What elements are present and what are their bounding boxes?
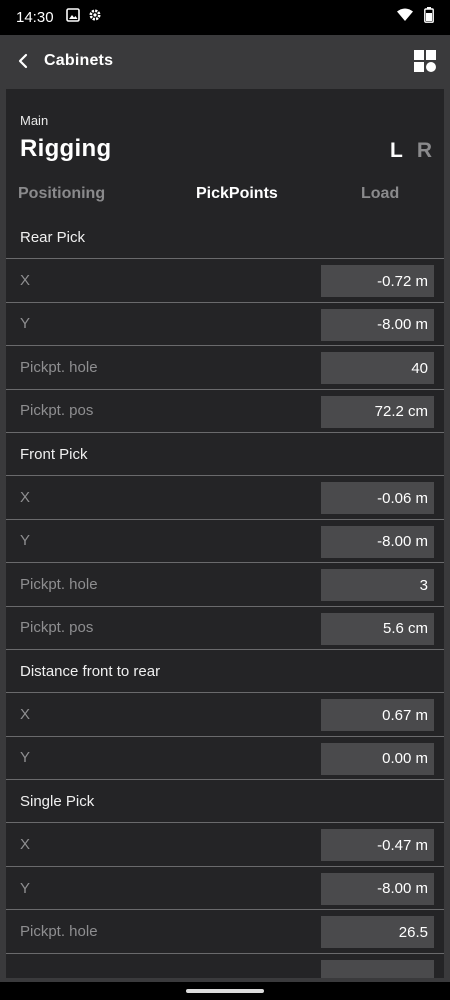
field-value-input[interactable]: 0.00 m	[321, 742, 434, 775]
field-value-input[interactable]: -0.72 m	[321, 265, 434, 298]
field-row: X -0.06 m	[6, 476, 444, 520]
section-label: Distance front to rear	[20, 662, 161, 680]
field-value-input[interactable]	[321, 959, 434, 978]
field-value-input[interactable]: -8.00 m	[321, 872, 434, 905]
field-label: Y	[20, 315, 31, 333]
gear-icon	[88, 8, 102, 27]
field-label: X	[20, 705, 31, 723]
field-row	[6, 954, 444, 978]
field-row: Pickpt. hole 26.5	[6, 910, 444, 954]
chevron-left-icon	[18, 53, 28, 69]
field-row: X -0.72 m	[6, 259, 444, 303]
field-label: Pickpt. hole	[20, 358, 98, 376]
section-label: Rear Pick	[20, 228, 86, 246]
field-value-input[interactable]: 40	[321, 352, 434, 385]
section-header: Rear Pick	[6, 216, 444, 260]
field-label: Pickpt. pos	[20, 619, 94, 637]
field-value-input[interactable]: -8.00 m	[321, 525, 434, 558]
field-label: Y	[20, 749, 31, 767]
field-value-input[interactable]: 5.6 cm	[321, 612, 434, 645]
field-label: Pickpt. pos	[20, 402, 94, 420]
section-header: Single Pick	[6, 780, 444, 824]
image-icon	[65, 8, 80, 27]
tab-load[interactable]: Load	[361, 185, 399, 203]
tab-bar: Positioning PickPoints Load	[6, 185, 444, 215]
battery-icon	[424, 7, 434, 28]
field-value-input[interactable]: -0.47 m	[321, 829, 434, 862]
status-bar: 14:30	[0, 0, 450, 35]
field-row: Pickpt. hole 40	[6, 346, 444, 390]
field-value-input[interactable]: -8.00 m	[321, 308, 434, 341]
section-header: Front Pick	[6, 433, 444, 477]
wifi-icon	[396, 8, 414, 27]
field-value-input[interactable]: -0.06 m	[321, 482, 434, 515]
field-row: Y -8.00 m	[6, 303, 444, 347]
field-value-input[interactable]: 0.67 m	[321, 699, 434, 732]
home-handle[interactable]	[186, 989, 264, 993]
field-label: Pickpt. hole	[20, 922, 98, 940]
content-frame: Main Rigging L R Positioning PickPoints …	[0, 87, 450, 982]
side-left-button[interactable]: L	[390, 139, 403, 163]
grid-menu-button[interactable]	[412, 48, 438, 74]
side-right-button[interactable]: R	[417, 139, 432, 163]
status-time: 14:30	[16, 9, 54, 26]
field-row: Y 0.00 m	[6, 737, 444, 781]
app-bar: Cabinets	[0, 35, 450, 87]
navigation-bar	[0, 982, 450, 1000]
field-row: Y -8.00 m	[6, 520, 444, 564]
grid-icon	[414, 50, 436, 72]
field-label: Y	[20, 879, 31, 897]
field-row: X 0.67 m	[6, 693, 444, 737]
section-header: Distance front to rear	[6, 650, 444, 694]
section-label: Front Pick	[20, 445, 88, 463]
field-label: X	[20, 489, 31, 507]
tab-positioning[interactable]: Positioning	[18, 185, 105, 203]
field-row: X -0.47 m	[6, 823, 444, 867]
field-label: Pickpt. hole	[20, 575, 98, 593]
field-label: X	[20, 272, 31, 290]
panel-title: Rigging	[20, 135, 112, 162]
rigging-panel: Main Rigging L R Positioning PickPoints …	[6, 89, 444, 978]
field-value-input[interactable]: 3	[321, 569, 434, 602]
section-label: Single Pick	[20, 792, 95, 810]
field-row: Pickpt. pos 5.6 cm	[6, 607, 444, 650]
page-title: Cabinets	[44, 52, 114, 69]
field-row: Y -8.00 m	[6, 867, 444, 911]
field-row: Pickpt. hole 3	[6, 563, 444, 607]
tab-pickpoints[interactable]: PickPoints	[196, 185, 278, 203]
side-toggle: L R	[390, 139, 432, 163]
field-label: Y	[20, 532, 31, 550]
field-value-input[interactable]: 26.5	[321, 916, 434, 949]
panel-subtitle: Main	[20, 113, 49, 128]
pickpoint-list: Rear Pick X -0.72 m Y -8.00 m Pickpt. hole 40 P…	[6, 216, 444, 978]
back-button[interactable]	[12, 50, 34, 72]
field-row: Pickpt. pos 72.2 cm	[6, 390, 444, 433]
field-label: X	[20, 836, 31, 854]
field-value-input[interactable]: 72.2 cm	[321, 395, 434, 428]
